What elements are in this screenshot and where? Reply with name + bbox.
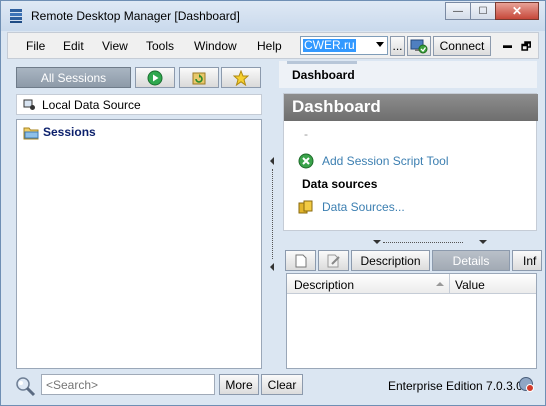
dashboard-placeholder-text: - bbox=[304, 127, 308, 141]
sort-ascending-icon bbox=[436, 282, 444, 286]
title-bar[interactable]: Remote Desktop Manager [Dashboard] — ☐ ✕ bbox=[1, 1, 545, 31]
data-sources-heading: Data sources bbox=[302, 177, 378, 191]
menu-bar: File Edit View Tools Window Help CWER.ru… bbox=[7, 32, 539, 59]
refresh-icon bbox=[192, 72, 206, 84]
star-icon bbox=[233, 69, 249, 86]
more-button[interactable]: More bbox=[219, 374, 259, 395]
edit-document-icon bbox=[327, 254, 340, 267]
offline-status-icon[interactable] bbox=[518, 376, 534, 392]
window-controls: — ☐ ✕ bbox=[445, 2, 539, 20]
restore-icon[interactable]: 🗗 bbox=[521, 38, 531, 57]
column-divider[interactable] bbox=[449, 274, 450, 294]
quick-connect-combo[interactable]: CWER.ru bbox=[300, 36, 388, 55]
clear-button[interactable]: Clear bbox=[261, 374, 303, 395]
dashboard-header: Dashboard bbox=[284, 94, 538, 121]
window-title: Remote Desktop Manager [Dashboard] bbox=[31, 9, 240, 23]
tab-dashboard[interactable]: Dashboard bbox=[292, 68, 355, 82]
dashboard-pane: Dashboard - Add Session Script Tool Data… bbox=[283, 93, 538, 231]
left-toolbar: All Sessions bbox=[16, 67, 262, 90]
maximize-button[interactable]: ☐ bbox=[470, 2, 496, 20]
data-source-selector[interactable]: Local Data Source bbox=[16, 94, 262, 115]
menu-view[interactable]: View bbox=[102, 39, 128, 53]
menu-help[interactable]: Help bbox=[257, 39, 282, 53]
refresh-button[interactable] bbox=[179, 67, 219, 88]
dashboard-title: Dashboard bbox=[292, 97, 381, 116]
column-header-description[interactable]: Description bbox=[294, 278, 354, 292]
search-icon[interactable] bbox=[13, 375, 37, 399]
minimize-button[interactable]: — bbox=[445, 2, 471, 20]
play-icon bbox=[147, 70, 163, 85]
add-tool-label: Add Session Script Tool bbox=[322, 154, 449, 168]
data-source-label: Local Data Source bbox=[42, 98, 141, 112]
close-button[interactable]: ✕ bbox=[495, 2, 539, 20]
tab-info[interactable]: Inf bbox=[512, 250, 542, 271]
menu-file[interactable]: File bbox=[26, 39, 45, 53]
session-tree: Sessions bbox=[16, 119, 262, 369]
quick-connect-value: CWER.ru bbox=[303, 38, 356, 52]
document-icon bbox=[295, 254, 306, 267]
document-tab-strip: Dashboard bbox=[279, 61, 537, 88]
app-window: Remote Desktop Manager [Dashboard] — ☐ ✕… bbox=[0, 0, 546, 406]
play-button[interactable] bbox=[135, 67, 175, 88]
search-input[interactable] bbox=[41, 374, 215, 395]
tab-details[interactable]: Details bbox=[432, 250, 510, 271]
status-bar: More Clear Enterprise Edition 7.0.3.0 bbox=[1, 371, 545, 405]
all-sessions-button[interactable]: All Sessions bbox=[16, 67, 131, 88]
horizontal-splitter[interactable] bbox=[283, 237, 537, 247]
collapse-down-icon-2[interactable] bbox=[479, 240, 487, 244]
folder-icon bbox=[23, 127, 39, 140]
edit-document-button[interactable] bbox=[318, 250, 349, 271]
column-header-value[interactable]: Value bbox=[455, 278, 485, 292]
vertical-splitter[interactable] bbox=[267, 67, 277, 367]
splitter-grip bbox=[272, 169, 273, 259]
add-tool-icon bbox=[298, 153, 314, 169]
data-source-icon bbox=[23, 99, 35, 110]
tab-indicator bbox=[287, 61, 357, 64]
edition-label: Enterprise Edition 7.0.3.0 bbox=[388, 379, 523, 393]
monitor-connect-icon bbox=[410, 39, 428, 54]
menu-edit[interactable]: Edit bbox=[63, 39, 84, 53]
splitter-grip-h bbox=[383, 242, 463, 243]
collapse-left-icon[interactable] bbox=[270, 157, 274, 165]
menu-window[interactable]: Window bbox=[194, 39, 237, 53]
tab-description[interactable]: Description bbox=[351, 250, 430, 271]
data-sources-label: Data Sources... bbox=[322, 200, 405, 214]
chevron-down-icon[interactable] bbox=[376, 42, 384, 47]
favorites-button[interactable] bbox=[221, 67, 261, 88]
pin-icon[interactable]: ▬ bbox=[503, 40, 512, 50]
detail-tabs: Description Details Inf bbox=[285, 250, 542, 272]
app-icon bbox=[10, 9, 22, 23]
grid-header: Description Value bbox=[287, 274, 536, 294]
connect-options-button[interactable] bbox=[407, 36, 431, 56]
browse-button[interactable]: ... bbox=[390, 36, 405, 56]
collapse-down-icon[interactable] bbox=[373, 240, 381, 244]
details-grid: Description Value bbox=[286, 273, 537, 369]
connect-button[interactable]: Connect bbox=[433, 36, 491, 56]
collapse-left-icon-2[interactable] bbox=[270, 263, 274, 271]
menu-tools[interactable]: Tools bbox=[146, 39, 174, 53]
database-icon bbox=[298, 200, 313, 214]
new-document-button[interactable] bbox=[285, 250, 316, 271]
tree-item-label: Sessions bbox=[43, 125, 96, 139]
